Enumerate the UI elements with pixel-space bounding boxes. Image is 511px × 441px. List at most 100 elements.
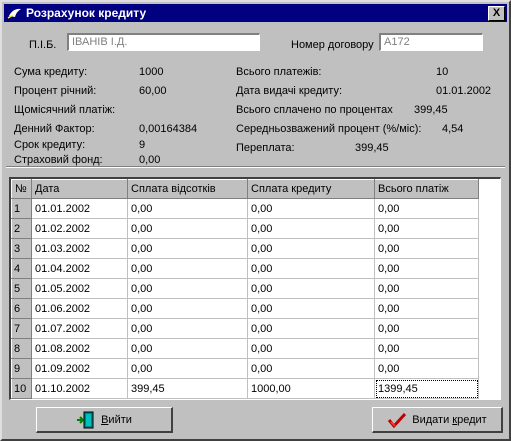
header-date[interactable]: Дата (31, 179, 128, 199)
principal-cell[interactable]: 0,00 (247, 198, 375, 219)
interest-cell[interactable]: 0,00 (127, 238, 248, 259)
daily-factor-value: 0,00164384 (139, 123, 198, 135)
total-cell[interactable]: 1399,45 (374, 378, 479, 399)
date-cell[interactable]: 01.09.2002 (31, 358, 128, 379)
exit-label: Вийти (101, 413, 132, 426)
avg-rate-label: Середньозважений процент (%/міс): (236, 123, 422, 135)
table-row[interactable]: 8 01.08.2002 0,00 0,00 0,00 (11, 338, 479, 359)
principal-cell[interactable]: 0,00 (247, 358, 375, 379)
date-cell[interactable]: 01.07.2002 (31, 318, 128, 339)
interest-cell[interactable]: 0,00 (127, 218, 248, 239)
credit-calc-window: Розрахунок кредиту X П.І.Б. ІВАНІВ І.Д. … (0, 0, 511, 441)
date-cell[interactable]: 01.03.2002 (31, 238, 128, 259)
issue-date-label: Дата видачі кредиту: (236, 85, 343, 97)
principal-cell[interactable]: 0,00 (247, 298, 375, 319)
interest-cell[interactable]: 0,00 (127, 298, 248, 319)
monthly-payment-label: Щомісячний платіж: (14, 104, 116, 116)
total-cell[interactable]: 0,00 (374, 298, 479, 319)
total-interest-label: Всього сплачено по процентах (236, 104, 393, 116)
principal-cell[interactable]: 0,00 (247, 278, 375, 299)
interest-cell[interactable]: 0,00 (127, 258, 248, 279)
pib-label: П.І.Б. (29, 39, 57, 51)
header-interest-payment[interactable]: Сплата відсотків (127, 179, 248, 199)
table-row[interactable]: 9 01.09.2002 0,00 0,00 0,00 (11, 358, 479, 379)
row-number[interactable]: 3 (11, 238, 32, 259)
date-cell[interactable]: 01.04.2002 (31, 258, 128, 279)
total-cell[interactable]: 0,00 (374, 198, 479, 219)
close-button[interactable]: X (488, 6, 505, 21)
row-number[interactable]: 8 (11, 338, 32, 359)
interest-cell[interactable]: 399,45 (127, 378, 248, 399)
loan-sum-label: Сума кредиту: (14, 66, 88, 78)
row-number[interactable]: 6 (11, 298, 32, 319)
row-number[interactable]: 10 (11, 378, 32, 399)
daily-factor-label: Денний Фактор: (14, 123, 95, 135)
date-cell[interactable]: 01.10.2002 (31, 378, 128, 399)
row-number[interactable]: 1 (11, 198, 32, 219)
table-row[interactable]: 3 01.03.2002 0,00 0,00 0,00 (11, 238, 479, 259)
schedule-table: № Дата Сплата відсотків Сплата кредиту В… (11, 179, 479, 399)
table-row[interactable]: 5 01.05.2002 0,00 0,00 0,00 (11, 278, 479, 299)
annual-rate-value: 60,00 (139, 85, 167, 97)
header-number[interactable]: № (11, 179, 32, 199)
total-interest-value: 399,45 (414, 104, 448, 116)
row-number[interactable]: 2 (11, 218, 32, 239)
interest-cell[interactable]: 0,00 (127, 278, 248, 299)
table-row[interactable]: 2 01.02.2002 0,00 0,00 0,00 (11, 218, 479, 239)
total-payments-value: 10 (436, 66, 449, 78)
exit-door-icon (77, 411, 94, 428)
interest-cell[interactable]: 0,00 (127, 318, 248, 339)
contract-label: Номер договору (291, 39, 374, 51)
header-principal-payment[interactable]: Сплата кредиту (247, 179, 375, 199)
payment-schedule-grid[interactable]: № Дата Сплата відсотків Сплата кредиту В… (9, 177, 501, 400)
principal-cell[interactable]: 0,00 (247, 318, 375, 339)
row-number[interactable]: 4 (11, 258, 32, 279)
row-number[interactable]: 7 (11, 318, 32, 339)
title-bar: Розрахунок кредиту X (4, 4, 507, 22)
table-header-row: № Дата Сплата відсотків Сплата кредиту В… (11, 179, 479, 199)
table-row[interactable]: 1 01.01.2002 0,00 0,00 0,00 (11, 198, 479, 219)
table-row[interactable]: 10 01.10.2002 399,45 1000,00 1399,45 (11, 378, 479, 399)
principal-cell[interactable]: 0,00 (247, 218, 375, 239)
row-number[interactable]: 9 (11, 358, 32, 379)
total-cell[interactable]: 0,00 (374, 338, 479, 359)
date-cell[interactable]: 01.05.2002 (31, 278, 128, 299)
interest-cell[interactable]: 0,00 (127, 358, 248, 379)
interest-cell[interactable]: 0,00 (127, 198, 248, 219)
insurance-fund-value: 0,00 (139, 154, 161, 166)
separator (6, 166, 505, 168)
app-icon (7, 8, 21, 19)
loan-sum-value: 1000 (139, 66, 164, 78)
interest-cell[interactable]: 0,00 (127, 338, 248, 359)
pib-field[interactable]: ІВАНІВ І.Д. (67, 33, 260, 51)
checkmark-icon (388, 412, 407, 428)
contract-field[interactable]: А172 (379, 33, 483, 51)
header-total-payment[interactable]: Всього платіж (374, 179, 479, 199)
date-cell[interactable]: 01.08.2002 (31, 338, 128, 359)
principal-cell[interactable]: 1000,00 (247, 378, 375, 399)
table-row[interactable]: 4 01.04.2002 0,00 0,00 0,00 (11, 258, 479, 279)
annual-rate-label: Процент річний: (14, 85, 97, 97)
principal-cell[interactable]: 0,00 (247, 258, 375, 279)
row-number[interactable]: 5 (11, 278, 32, 299)
total-cell[interactable]: 0,00 (374, 358, 479, 379)
total-cell[interactable]: 0,00 (374, 218, 479, 239)
loan-term-label: Срок кредиту: (14, 139, 86, 151)
total-cell[interactable]: 0,00 (374, 238, 479, 259)
loan-term-value: 9 (139, 139, 146, 151)
total-cell[interactable]: 0,00 (374, 258, 479, 279)
principal-cell[interactable]: 0,00 (247, 338, 375, 359)
table-row[interactable]: 7 01.07.2002 0,00 0,00 0,00 (11, 318, 479, 339)
principal-cell[interactable]: 0,00 (247, 238, 375, 259)
date-cell[interactable]: 01.02.2002 (31, 218, 128, 239)
date-cell[interactable]: 01.06.2002 (31, 298, 128, 319)
total-cell[interactable]: 0,00 (374, 278, 479, 299)
date-cell[interactable]: 01.01.2002 (31, 198, 128, 219)
overpayment-value: 399,45 (355, 142, 389, 154)
issue-credit-button[interactable]: Видати кредит (372, 407, 503, 433)
table-row[interactable]: 6 01.06.2002 0,00 0,00 0,00 (11, 298, 479, 319)
exit-button[interactable]: Вийти (36, 407, 173, 433)
overpayment-label: Переплата: (236, 142, 295, 154)
total-cell[interactable]: 0,00 (374, 318, 479, 339)
issue-date-value: 01.01.2002 (436, 85, 492, 97)
